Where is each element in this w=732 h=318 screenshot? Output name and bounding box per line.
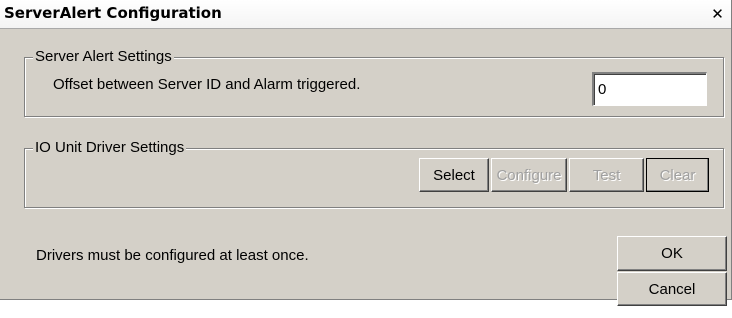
configure-button[interactable]: Configure (491, 158, 567, 192)
io-unit-driver-settings-group: IO Unit Driver Settings Select Configure… (24, 138, 724, 208)
offset-label: Offset between Server ID and Alarm trigg… (53, 76, 361, 93)
cancel-button[interactable]: Cancel (617, 272, 727, 306)
offset-input[interactable]: 0 (592, 72, 707, 106)
serveralert-configuration-dialog: ServerAlert Configuration ✕ Server Alert… (0, 0, 732, 306)
close-icon[interactable]: ✕ (710, 7, 725, 22)
clear-button[interactable]: Clear (646, 158, 709, 192)
window-title: ServerAlert Configuration (4, 4, 222, 22)
select-button[interactable]: Select (419, 158, 489, 192)
server-alert-settings-group: Server Alert Settings Offset between Ser… (24, 47, 724, 117)
drivers-message: Drivers must be configured at least once… (36, 247, 309, 264)
title-bar[interactable]: ServerAlert Configuration ✕ (0, 0, 731, 29)
ok-button[interactable]: OK (617, 236, 727, 271)
test-button[interactable]: Test (569, 158, 644, 192)
server-alert-settings-legend: Server Alert Settings (33, 47, 174, 67)
io-unit-driver-settings-legend: IO Unit Driver Settings (33, 138, 187, 158)
